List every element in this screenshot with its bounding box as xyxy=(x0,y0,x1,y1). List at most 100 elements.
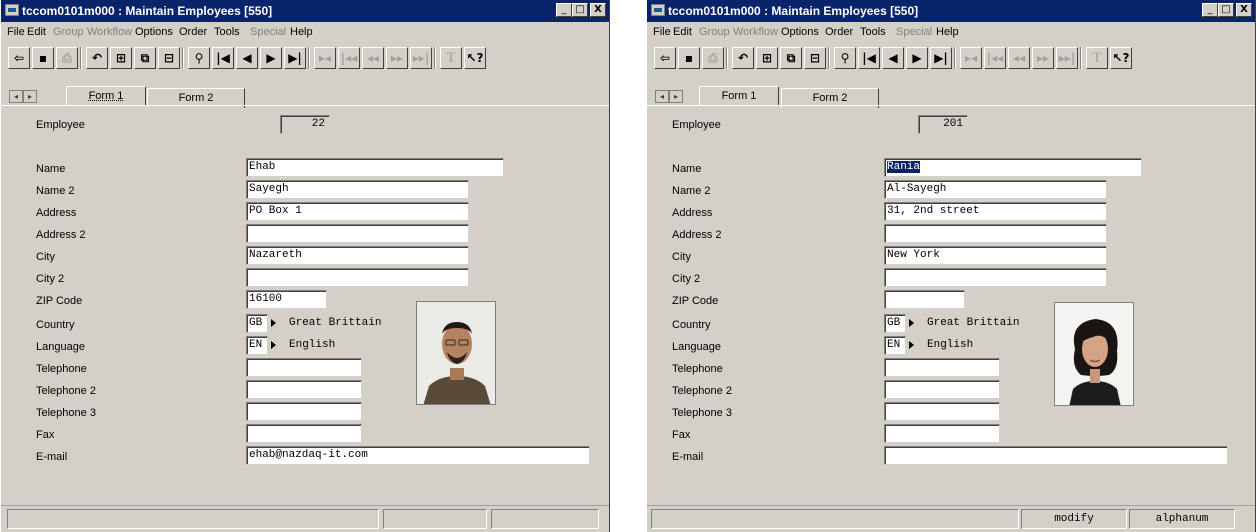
menu-tools[interactable]: Tools xyxy=(214,26,240,38)
save-icon[interactable]: ▪ xyxy=(678,47,700,69)
language-code-field[interactable]: EN xyxy=(884,336,906,355)
previous-group-icon[interactable]: |◂◂ xyxy=(984,47,1006,69)
zip-field[interactable] xyxy=(884,290,965,309)
find-icon[interactable]: ⚲ xyxy=(834,47,856,69)
find-icon[interactable]: ⚲ xyxy=(188,47,210,69)
fax-field[interactable] xyxy=(246,424,362,443)
telephone-field[interactable] xyxy=(884,358,1000,377)
menu-group[interactable]: Group xyxy=(699,26,730,38)
menu-order[interactable]: Order xyxy=(825,26,853,38)
menu-group[interactable]: Group xyxy=(53,26,84,38)
menu-workflow[interactable]: Workflow xyxy=(733,26,778,38)
menu-help[interactable]: Help xyxy=(936,26,959,38)
fax-field[interactable] xyxy=(884,424,1000,443)
first-record-icon[interactable]: |◀ xyxy=(858,47,880,69)
delete-record-icon[interactable]: ⊟ xyxy=(804,47,826,69)
telephone2-field[interactable] xyxy=(246,380,362,399)
next-set-icon[interactable]: ▸▸ xyxy=(386,47,408,69)
tab-scroll-right-icon[interactable]: ▸ xyxy=(669,90,683,103)
country-code-field[interactable]: GB xyxy=(246,314,268,333)
title-bar[interactable]: tccom0101m000 : Maintain Employees [550]… xyxy=(647,0,1255,22)
menu-file[interactable]: File xyxy=(653,26,671,38)
telephone2-field[interactable] xyxy=(884,380,1000,399)
tab-scroll-right-icon[interactable]: ▸ xyxy=(23,90,37,103)
text-icon[interactable]: T xyxy=(440,47,462,69)
previous-set-icon[interactable]: ◂◂ xyxy=(362,47,384,69)
last-group-icon[interactable]: ▸▸| xyxy=(410,47,432,69)
insert-record-icon[interactable]: ⊞ xyxy=(756,47,778,69)
first-group-icon[interactable]: ▸◂ xyxy=(314,47,336,69)
name2-field[interactable]: Sayegh xyxy=(246,180,469,199)
tab-form-1[interactable]: Form 1 xyxy=(66,86,146,106)
minimize-button[interactable]: _ xyxy=(556,3,572,17)
save-icon[interactable]: ▪ xyxy=(32,47,54,69)
zoom-arrow-icon[interactable] xyxy=(909,341,914,349)
menu-order[interactable]: Order xyxy=(179,26,207,38)
undo-icon[interactable]: ↶ xyxy=(732,47,754,69)
email-field[interactable] xyxy=(884,446,1228,465)
name-field[interactable]: Ehab xyxy=(246,158,504,177)
delete-record-icon[interactable]: ⊟ xyxy=(158,47,180,69)
menu-help[interactable]: Help xyxy=(290,26,313,38)
first-record-icon[interactable]: |◀ xyxy=(212,47,234,69)
minimize-button[interactable]: _ xyxy=(1202,3,1218,17)
zoom-arrow-icon[interactable] xyxy=(909,319,914,327)
print-icon[interactable]: ⎙ xyxy=(702,47,724,69)
insert-record-icon[interactable]: ⊞ xyxy=(110,47,132,69)
previous-group-icon[interactable]: |◂◂ xyxy=(338,47,360,69)
close-button[interactable]: X xyxy=(1236,3,1252,17)
menu-options[interactable]: Options xyxy=(781,26,819,38)
address2-field[interactable] xyxy=(246,224,469,243)
previous-record-icon[interactable]: ◀ xyxy=(236,47,258,69)
telephone3-field[interactable] xyxy=(884,402,1000,421)
undo-icon[interactable]: ↶ xyxy=(86,47,108,69)
close-button[interactable]: X xyxy=(590,3,606,17)
help-icon[interactable]: ↖? xyxy=(464,47,486,69)
city2-field[interactable] xyxy=(884,268,1107,287)
previous-record-icon[interactable]: ◀ xyxy=(882,47,904,69)
exit-icon[interactable]: ⇦ xyxy=(8,47,30,69)
tab-scroll-left-icon[interactable]: ◂ xyxy=(655,90,669,103)
menu-options[interactable]: Options xyxy=(135,26,173,38)
title-bar[interactable]: tccom0101m000 : Maintain Employees [550]… xyxy=(1,0,609,22)
maximize-button[interactable]: □ xyxy=(572,3,588,17)
name2-field[interactable]: Al-Sayegh xyxy=(884,180,1107,199)
previous-set-icon[interactable]: ◂◂ xyxy=(1008,47,1030,69)
telephone-field[interactable] xyxy=(246,358,362,377)
next-record-icon[interactable]: ▶ xyxy=(260,47,282,69)
maximize-button[interactable]: □ xyxy=(1218,3,1234,17)
text-icon[interactable]: T xyxy=(1086,47,1108,69)
zoom-arrow-icon[interactable] xyxy=(271,319,276,327)
first-group-icon[interactable]: ▸◂ xyxy=(960,47,982,69)
email-field[interactable]: ehab@nazdaq-it.com xyxy=(246,446,590,465)
last-record-icon[interactable]: ▶| xyxy=(284,47,306,69)
address-field[interactable]: 31, 2nd street xyxy=(884,202,1107,221)
copy-record-icon[interactable]: ⧉ xyxy=(134,47,156,69)
address2-field[interactable] xyxy=(884,224,1107,243)
zip-field[interactable]: 16100 xyxy=(246,290,327,309)
next-record-icon[interactable]: ▶ xyxy=(906,47,928,69)
tab-form-1[interactable]: Form 1 xyxy=(699,86,779,106)
menu-special[interactable]: Special xyxy=(896,26,932,38)
menu-edit[interactable]: Edit xyxy=(27,26,46,38)
tab-scroll-left-icon[interactable]: ◂ xyxy=(9,90,23,103)
name-field[interactable]: Rania xyxy=(884,158,1142,177)
menu-workflow[interactable]: Workflow xyxy=(87,26,132,38)
city-field[interactable]: Nazareth xyxy=(246,246,469,265)
last-group-icon[interactable]: ▸▸| xyxy=(1056,47,1078,69)
address-field[interactable]: PO Box 1 xyxy=(246,202,469,221)
menu-edit[interactable]: Edit xyxy=(673,26,692,38)
country-code-field[interactable]: GB xyxy=(884,314,906,333)
help-icon[interactable]: ↖? xyxy=(1110,47,1132,69)
telephone3-field[interactable] xyxy=(246,402,362,421)
menu-tools[interactable]: Tools xyxy=(860,26,886,38)
exit-icon[interactable]: ⇦ xyxy=(654,47,676,69)
last-record-icon[interactable]: ▶| xyxy=(930,47,952,69)
copy-record-icon[interactable]: ⧉ xyxy=(780,47,802,69)
zoom-arrow-icon[interactable] xyxy=(271,341,276,349)
menu-file[interactable]: File xyxy=(7,26,25,38)
next-set-icon[interactable]: ▸▸ xyxy=(1032,47,1054,69)
city2-field[interactable] xyxy=(246,268,469,287)
language-code-field[interactable]: EN xyxy=(246,336,268,355)
city-field[interactable]: New York xyxy=(884,246,1107,265)
